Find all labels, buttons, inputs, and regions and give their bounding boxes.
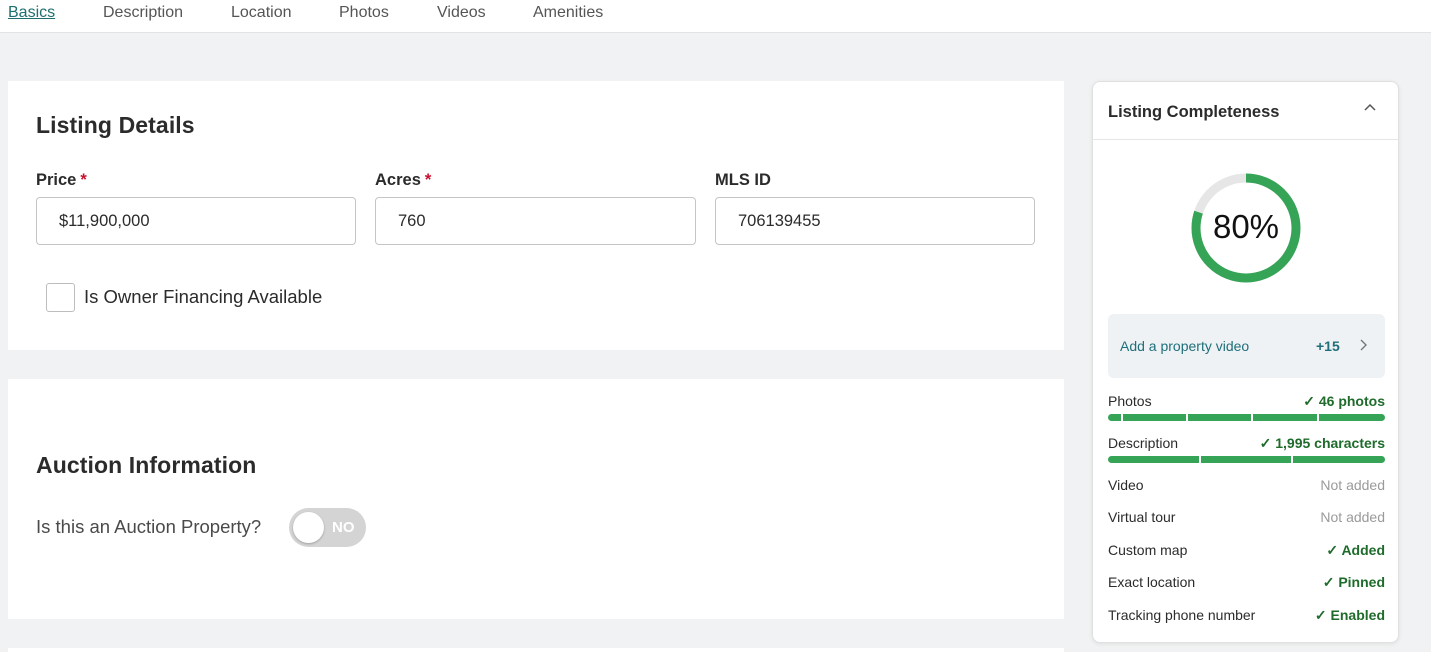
auction-title: Auction Information <box>36 452 257 478</box>
row-status: Not added <box>1320 509 1385 525</box>
row-status: ✓ 1,995 characters <box>1259 435 1385 451</box>
required-marker: * <box>80 171 87 189</box>
listing-details-title: Listing Details <box>36 112 195 138</box>
owner-financing-checkbox[interactable] <box>46 283 75 312</box>
row-label: Custom map <box>1108 542 1188 558</box>
completeness-ring: 80% <box>1190 172 1302 284</box>
chevron-up-icon[interactable] <box>1363 101 1377 115</box>
next-section-card <box>8 648 1064 652</box>
row-exact-location: Exact location ✓ Pinned <box>1108 574 1385 594</box>
listing-completeness-panel: Listing Completeness 80% Add a property … <box>1092 81 1399 643</box>
auction-question: Is this an Auction Property? <box>36 516 262 537</box>
row-label: Exact location <box>1108 574 1196 590</box>
price-label: Price * <box>36 171 87 189</box>
acres-label: Acres * <box>375 171 432 189</box>
completeness-percent: 80% <box>1212 208 1280 245</box>
tab-amenities[interactable]: Amenities <box>533 4 603 22</box>
panel-header: Listing Completeness <box>1093 82 1398 140</box>
toggle-knob <box>293 512 324 543</box>
section-tabs: Basics Description Location Photos Video… <box>0 0 1431 33</box>
tab-location[interactable]: Location <box>231 4 292 22</box>
toggle-state-label: NO <box>332 519 355 536</box>
tab-description[interactable]: Description <box>103 4 183 22</box>
row-video: Video Not added <box>1108 477 1385 497</box>
panel-title: Listing Completeness <box>1108 103 1280 121</box>
description-progress-bar <box>1108 456 1385 463</box>
row-label: Tracking phone number <box>1108 607 1256 623</box>
photos-progress-bar <box>1108 414 1385 421</box>
row-status: ✓ 46 photos <box>1303 393 1385 409</box>
row-label: Photos <box>1108 393 1152 409</box>
row-label: Virtual tour <box>1108 509 1176 525</box>
row-photos: Photos ✓ 46 photos <box>1108 393 1385 413</box>
suggestion-text: Add a property video <box>1120 338 1250 354</box>
row-label: Description <box>1108 435 1179 451</box>
price-input[interactable] <box>36 197 356 245</box>
listing-details-card: Listing Details Price* Acres* MLS ID Is … <box>8 81 1064 350</box>
row-status: ✓ Added <box>1326 542 1385 558</box>
mls-id-label: MLS ID <box>715 171 771 189</box>
tab-videos[interactable]: Videos <box>437 4 486 22</box>
row-tracking-phone: Tracking phone number ✓ Enabled <box>1108 607 1385 627</box>
row-virtual-tour: Virtual tour Not added <box>1108 509 1385 529</box>
suggestion-points: +15 <box>1316 338 1340 354</box>
tab-photos[interactable]: Photos <box>339 4 389 22</box>
row-status: Not added <box>1320 477 1385 493</box>
chevron-right-icon <box>1360 339 1367 351</box>
row-status: ✓ Pinned <box>1322 574 1385 590</box>
auction-card: Auction Information Is this an Auction P… <box>8 379 1064 619</box>
auction-toggle[interactable]: NO <box>289 508 366 547</box>
row-status: ✓ Enabled <box>1314 607 1385 623</box>
mls-id-input[interactable] <box>715 197 1035 245</box>
acres-input[interactable] <box>375 197 696 245</box>
row-custom-map: Custom map ✓ Added <box>1108 542 1385 562</box>
row-label: Video <box>1108 477 1144 493</box>
add-video-suggestion[interactable]: Add a property video +15 <box>1108 314 1385 378</box>
tab-basics[interactable]: Basics <box>8 4 55 22</box>
owner-financing-label[interactable]: Is Owner Financing Available <box>84 286 322 308</box>
row-description: Description ✓ 1,995 characters <box>1108 435 1385 455</box>
required-marker: * <box>424 171 432 189</box>
